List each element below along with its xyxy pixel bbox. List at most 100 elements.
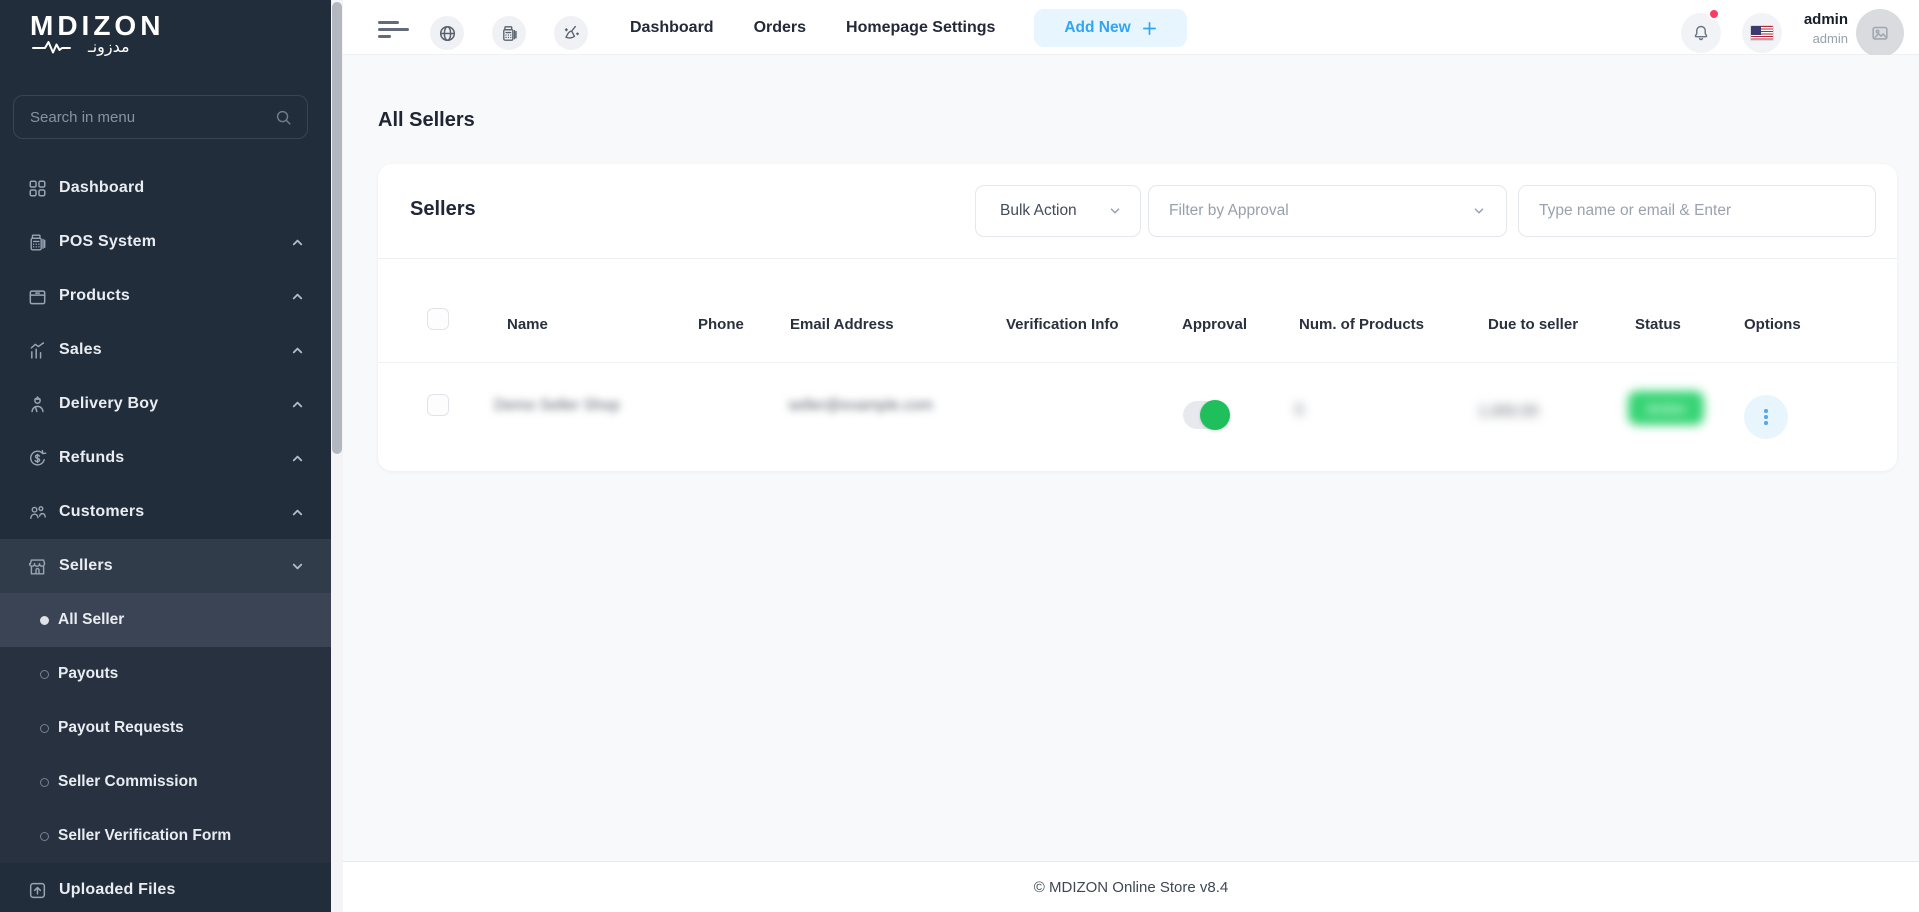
language-button[interactable] — [1742, 13, 1782, 53]
sellers-card-header: Sellers Bulk Action Filter by Approval — [378, 164, 1897, 259]
search-icon — [274, 108, 293, 127]
column-header-phone: Phone — [698, 316, 744, 333]
image-placeholder-icon — [1869, 22, 1891, 44]
user-menu[interactable]: admin admin — [1804, 11, 1848, 46]
notification-badge-dot — [1708, 8, 1720, 20]
row-divider — [378, 362, 1897, 363]
status-badge: Active — [1628, 391, 1704, 425]
toggle-knob — [1200, 400, 1230, 430]
filter-by-approval-dropdown[interactable]: Filter by Approval — [1148, 185, 1507, 237]
refund-icon — [27, 448, 48, 469]
add-new-button[interactable]: Add New — [1034, 9, 1187, 47]
chevron-up-icon — [290, 397, 305, 412]
us-flag-icon — [1750, 25, 1774, 41]
chevron-up-icon — [290, 289, 305, 304]
approval-toggle[interactable] — [1183, 401, 1229, 429]
sidebar-item-delivery-boy[interactable]: Delivery Boy — [0, 377, 331, 431]
brand-logo[interactable]: MDIZON مدزونـ — [30, 11, 164, 56]
grid-icon — [27, 178, 48, 199]
broom-icon — [562, 24, 581, 43]
due-to-seller-value: 1,000.00 — [1478, 403, 1538, 421]
bullet-dot-icon — [40, 616, 49, 625]
bullet-circle-icon — [40, 832, 49, 841]
delivery-person-icon — [27, 394, 48, 415]
submenu-item-payouts[interactable]: Payouts — [0, 647, 331, 701]
brand-name-arabic: مدزونـ — [88, 38, 130, 56]
sidebar-menu: Dashboard POS System Products — [0, 161, 331, 912]
bullet-circle-icon — [40, 724, 49, 733]
seller-email: seller@example.com — [788, 397, 933, 415]
column-header-num-products: Num. of Products — [1299, 316, 1424, 333]
chevron-up-icon — [290, 235, 305, 250]
sidebar-item-sales[interactable]: Sales — [0, 323, 331, 377]
plus-icon — [1142, 21, 1157, 36]
pos-terminal-icon — [27, 232, 48, 253]
submenu-item-all-seller[interactable]: All Seller — [0, 593, 331, 647]
copyright-text: © MDIZON Online Store v8.4 — [1034, 879, 1228, 896]
topbar-nav: Dashboard Orders Homepage Settings — [630, 0, 995, 55]
sidebar-scrollbar-track — [331, 0, 343, 912]
chevron-up-icon — [290, 451, 305, 466]
bullet-circle-icon — [40, 778, 49, 787]
nav-link-orders[interactable]: Orders — [754, 19, 806, 37]
submenu-item-payout-requests[interactable]: Payout Requests — [0, 701, 331, 755]
card-title: Sellers — [410, 198, 476, 221]
column-header-verification: Verification Info — [1006, 316, 1119, 333]
bulk-action-dropdown[interactable]: Bulk Action — [975, 185, 1141, 237]
pos-terminal-icon — [500, 24, 519, 43]
sidebar-search-input[interactable] — [14, 109, 274, 126]
submenu-item-seller-verification-form[interactable]: Seller Verification Form — [0, 809, 331, 863]
user-name: admin — [1804, 11, 1848, 28]
seller-name: Demo Seller Shop — [494, 397, 620, 415]
topbar: Dashboard Orders Homepage Settings Add N… — [343, 0, 1919, 55]
pos-button[interactable] — [492, 16, 526, 50]
column-header-status: Status — [1635, 316, 1681, 333]
people-icon — [27, 502, 48, 523]
bullet-circle-icon — [40, 670, 49, 679]
num-products-value: 5 — [1295, 402, 1304, 420]
column-header-email: Email Address — [790, 316, 894, 333]
sidebar-search — [13, 95, 308, 139]
sidebar-item-customers[interactable]: Customers — [0, 485, 331, 539]
waveform-icon — [32, 39, 84, 55]
hamburger-menu-icon[interactable] — [378, 21, 409, 43]
column-header-approval: Approval — [1182, 316, 1247, 333]
chevron-up-icon — [290, 343, 305, 358]
select-all-checkbox[interactable] — [427, 308, 449, 330]
page-title: All Sellers — [378, 109, 475, 132]
column-header-due: Due to seller — [1488, 316, 1578, 333]
submenu-item-seller-commission[interactable]: Seller Commission — [0, 755, 331, 809]
sidebar-item-pos-system[interactable]: POS System — [0, 215, 331, 269]
sidebar-item-dashboard[interactable]: Dashboard — [0, 161, 331, 215]
chevron-up-icon — [290, 505, 305, 520]
main-content: All Sellers Sellers Bulk Action Filter b… — [343, 55, 1919, 861]
column-header-options: Options — [1744, 316, 1801, 333]
upload-icon — [27, 880, 48, 901]
sidebar-item-uploaded-files[interactable]: Uploaded Files — [0, 863, 331, 912]
avatar[interactable] — [1856, 9, 1904, 57]
column-header-name: Name — [507, 316, 548, 333]
row-checkbox[interactable] — [427, 394, 449, 416]
sidebar-item-sellers[interactable]: Sellers — [0, 539, 331, 593]
sellers-card: Sellers Bulk Action Filter by Approval N… — [378, 164, 1897, 471]
user-role: admin — [1804, 31, 1848, 46]
sidebar-scrollbar-thumb[interactable] — [332, 2, 342, 454]
store-icon — [27, 556, 48, 577]
row-options-button[interactable] — [1744, 395, 1788, 439]
box-icon — [27, 286, 48, 307]
dots-vertical-icon — [1764, 409, 1768, 413]
sidebar-item-products[interactable]: Products — [0, 269, 331, 323]
footer: © MDIZON Online Store v8.4 — [343, 861, 1919, 912]
sidebar-item-refunds[interactable]: Refunds — [0, 431, 331, 485]
website-button[interactable] — [430, 16, 464, 50]
nav-link-homepage-settings[interactable]: Homepage Settings — [846, 19, 995, 37]
seller-search-input[interactable] — [1518, 185, 1876, 237]
chart-bars-icon — [27, 340, 48, 361]
nav-link-dashboard[interactable]: Dashboard — [630, 19, 714, 37]
bell-icon — [1691, 23, 1711, 43]
chevron-down-icon — [290, 559, 305, 574]
chevron-down-icon — [1472, 204, 1486, 218]
cache-clear-button[interactable] — [554, 16, 588, 50]
globe-icon — [438, 24, 457, 43]
chevron-down-icon — [1108, 204, 1122, 218]
